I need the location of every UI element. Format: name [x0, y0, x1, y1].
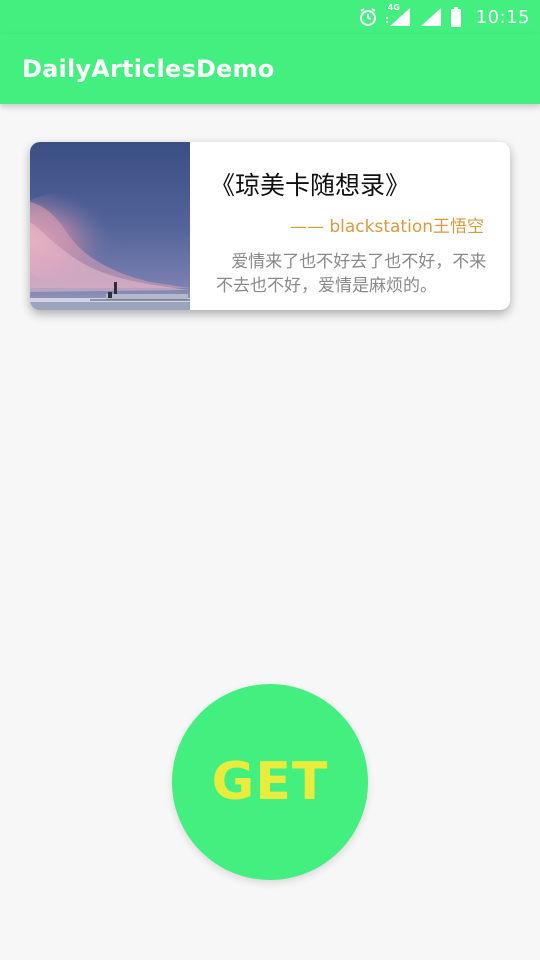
battery-icon: [450, 7, 462, 27]
status-bar: 4G 10:15: [0, 0, 540, 34]
article-excerpt: 爱情来了也不好去了也不好，不来不去也不好，爱情是麻烦的。: [216, 252, 487, 296]
status-time: 10:15: [475, 6, 530, 28]
app-bar: DailyArticlesDemo: [0, 34, 540, 104]
article-image: [30, 142, 190, 310]
signal-icon: [420, 7, 442, 27]
network-label: 4G: [387, 3, 400, 12]
signal-4g-icon: 4G: [385, 3, 412, 27]
article-author: —— blackstation王悟空: [289, 217, 484, 237]
get-button-label: GET: [211, 752, 329, 812]
article-card[interactable]: 《琼美卡随想录》 —— blackstation王悟空 爱情来了也不好去了也不好…: [30, 142, 510, 310]
app-title: DailyArticlesDemo: [22, 55, 275, 83]
status-icons: 4G 10:15: [358, 3, 530, 28]
alarm-icon: [358, 7, 378, 27]
get-button[interactable]: GET: [172, 684, 368, 880]
article-title: 《琼美卡随想录》: [210, 171, 411, 200]
